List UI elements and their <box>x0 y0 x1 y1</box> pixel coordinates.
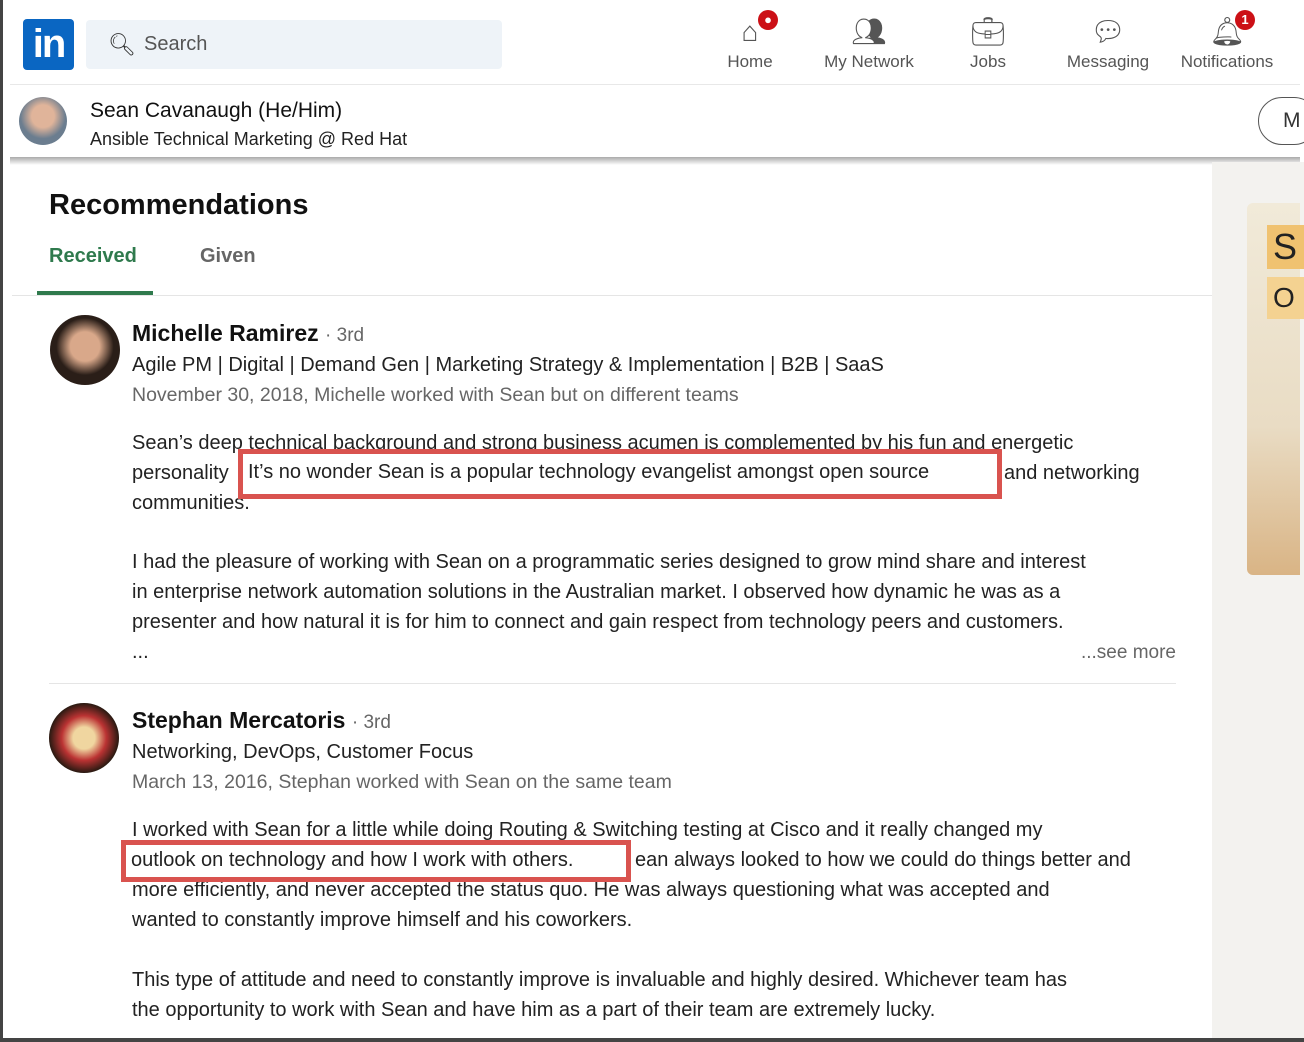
recommendation-date: March 13, 2016, Stephan worked with Sean… <box>132 771 672 793</box>
tab-received[interactable]: Received <box>49 245 137 268</box>
bell-icon: 🔔︎ 1 <box>1177 10 1277 50</box>
name-text: Stephan Mercatoris <box>132 707 346 733</box>
name-text: Sean Cavanaugh <box>90 99 253 122</box>
nav-label: Messaging <box>1066 52 1150 71</box>
highlight-box: outlook on technology and how I work wit… <box>121 840 631 882</box>
linkedin-logo[interactable]: in <box>23 19 74 70</box>
text-line: ... <box>132 641 149 663</box>
nav-label: My Network <box>824 52 914 71</box>
text-line: personality <box>132 462 229 484</box>
people-icon: 👥︎ <box>851 16 887 47</box>
ad-text: S <box>1267 225 1304 269</box>
text-line: in enterprise network automation solutio… <box>132 581 1061 603</box>
nav-my-network[interactable]: 👥︎ My Network <box>819 14 919 72</box>
text-line: This type of attitude and need to consta… <box>132 969 1067 991</box>
message-button[interactable]: M <box>1258 97 1304 145</box>
window-border <box>0 0 3 1042</box>
connection-degree: · 3rd <box>325 325 365 346</box>
divider <box>12 295 1212 296</box>
text-line: I worked with Sean for a little while do… <box>132 819 1043 841</box>
text-line: I had the pleasure of working with Sean … <box>132 551 1086 573</box>
notification-badge: 1 <box>1235 10 1255 30</box>
recommender-name[interactable]: Michelle Ramirez · 3rd <box>132 320 364 347</box>
avatar[interactable] <box>50 315 120 385</box>
nav-label: Jobs <box>970 52 1006 71</box>
ad-banner[interactable]: S O <box>1247 203 1304 575</box>
nav-label: Home <box>727 52 773 71</box>
text-line: more efficiently, and never accepted the… <box>132 879 1050 901</box>
profile-name: Sean Cavanaugh (He/Him) <box>90 99 342 123</box>
divider <box>49 683 1176 684</box>
search-placeholder: Search <box>144 33 208 55</box>
text-line: communities. <box>132 492 250 514</box>
recommendation-date: November 30, 2018, Michelle worked with … <box>132 384 739 406</box>
highlight-box: It’s no wonder Sean is a popular technol… <box>238 449 1002 499</box>
name-text: Michelle Ramirez <box>132 320 319 346</box>
home-icon: ⌂ ● <box>700 10 800 50</box>
avatar[interactable] <box>49 703 119 773</box>
connection-degree: · 3rd <box>351 712 391 733</box>
pronouns: (He/Him) <box>258 99 343 122</box>
page-title: Recommendations <box>49 189 309 221</box>
nav-label: Notifications <box>1180 52 1274 71</box>
text-line: wanted to constantly improve himself and… <box>132 909 633 931</box>
text-line: and networking <box>1004 462 1140 484</box>
divider <box>10 84 1300 85</box>
text-line: presenter and how natural it is for him … <box>132 611 1064 633</box>
search-input[interactable]: 🔍︎ Search <box>86 20 502 69</box>
search-icon: 🔍︎ <box>108 32 136 57</box>
notification-badge: ● <box>758 10 778 30</box>
nav-home[interactable]: ⌂ ● Home <box>700 10 800 72</box>
nav-messaging[interactable]: 💬︎ Messaging <box>1058 14 1158 72</box>
avatar[interactable] <box>19 97 67 145</box>
nav-jobs[interactable]: 💼︎ Jobs <box>938 14 1038 72</box>
tab-given[interactable]: Given <box>200 245 256 268</box>
recommender-headline: Agile PM | Digital | Demand Gen | Market… <box>132 354 884 376</box>
see-more-link[interactable]: ...see more <box>1081 642 1176 664</box>
chat-icon: 💬︎ <box>1090 16 1126 47</box>
briefcase-icon: 💼︎ <box>970 16 1006 47</box>
window-border <box>0 1038 1304 1042</box>
divider <box>10 157 1300 165</box>
recommender-headline: Networking, DevOps, Customer Focus <box>132 741 474 763</box>
text-line: ean always looked to how we could do thi… <box>635 849 1131 871</box>
nav-notifications[interactable]: 🔔︎ 1 Notifications <box>1177 10 1277 72</box>
text-line: the opportunity to work with Sean and ha… <box>132 999 936 1021</box>
ad-text: O <box>1267 277 1304 319</box>
profile-headline: Ansible Technical Marketing @ Red Hat <box>90 129 408 149</box>
recommender-name[interactable]: Stephan Mercatoris · 3rd <box>132 707 391 734</box>
